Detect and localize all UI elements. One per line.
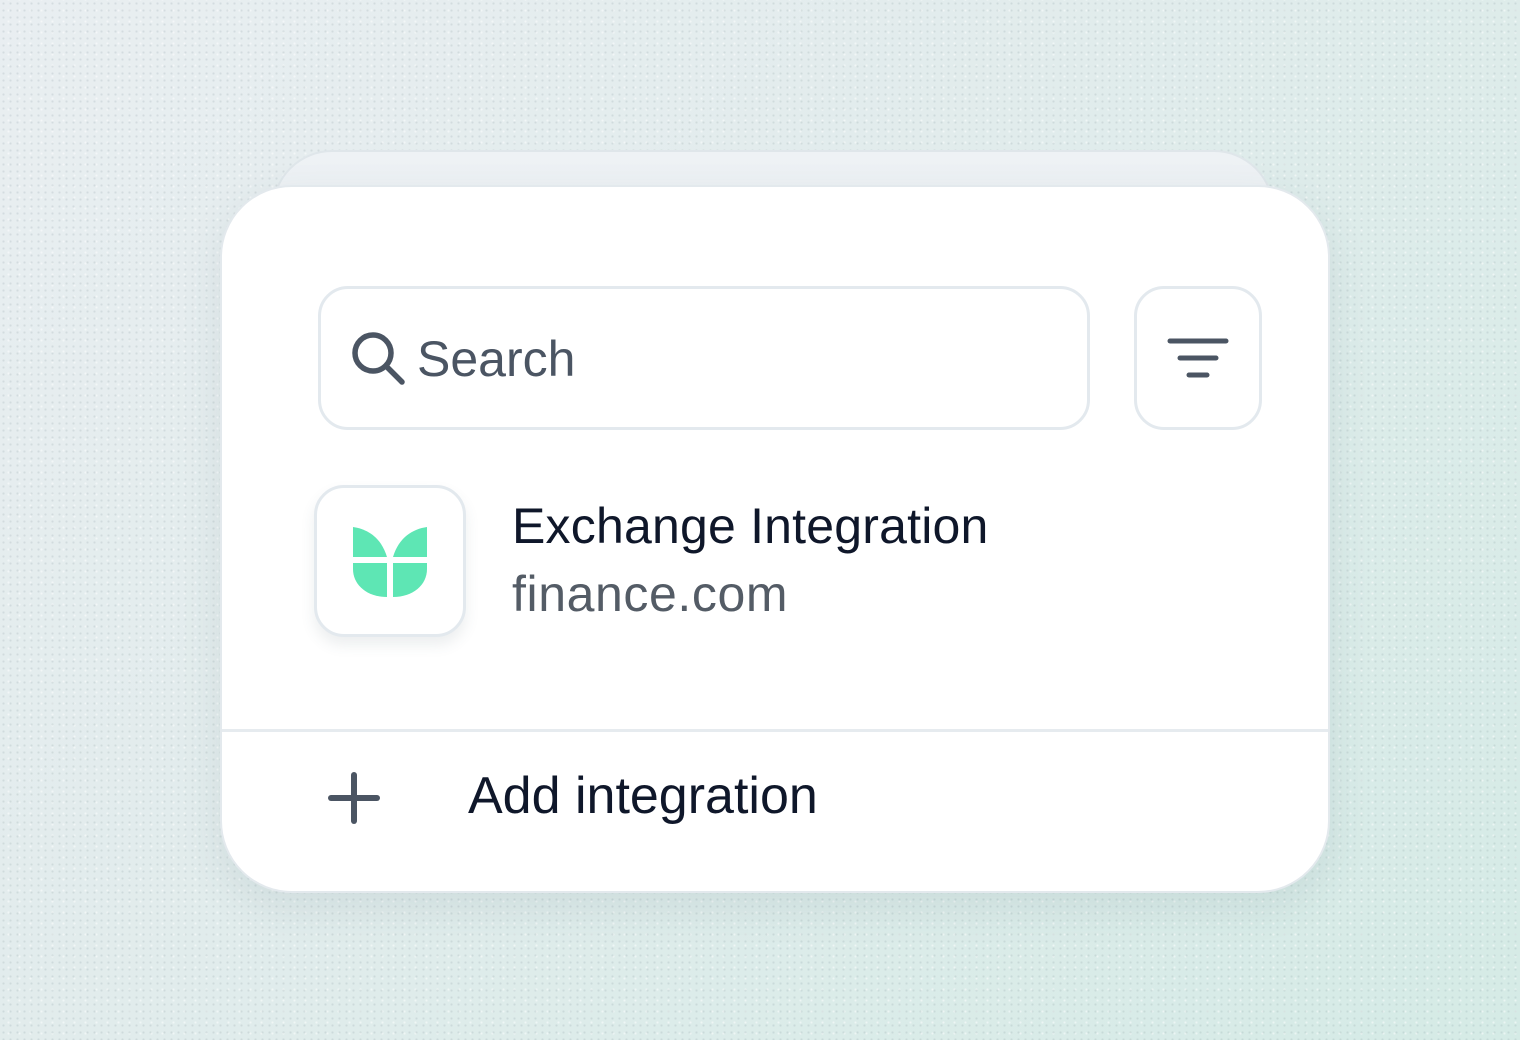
- search-box[interactable]: [318, 286, 1090, 430]
- add-integration-button[interactable]: Add integration: [222, 732, 1328, 872]
- filter-button[interactable]: [1134, 286, 1262, 430]
- integrations-panel: Exchange Integration finance.com Add int…: [220, 185, 1330, 893]
- plus-icon: [328, 772, 380, 824]
- integration-logo: [314, 485, 466, 637]
- leaf-logo-icon: [353, 527, 427, 597]
- search-icon: [352, 332, 405, 385]
- integration-name: Exchange Integration: [512, 498, 989, 554]
- integration-domain: finance.com: [512, 566, 789, 622]
- add-integration-label: Add integration: [468, 767, 818, 825]
- search-input[interactable]: [417, 321, 1057, 397]
- integration-list-item[interactable]: Exchange Integration finance.com: [314, 485, 1214, 641]
- filter-icon: [1167, 338, 1229, 378]
